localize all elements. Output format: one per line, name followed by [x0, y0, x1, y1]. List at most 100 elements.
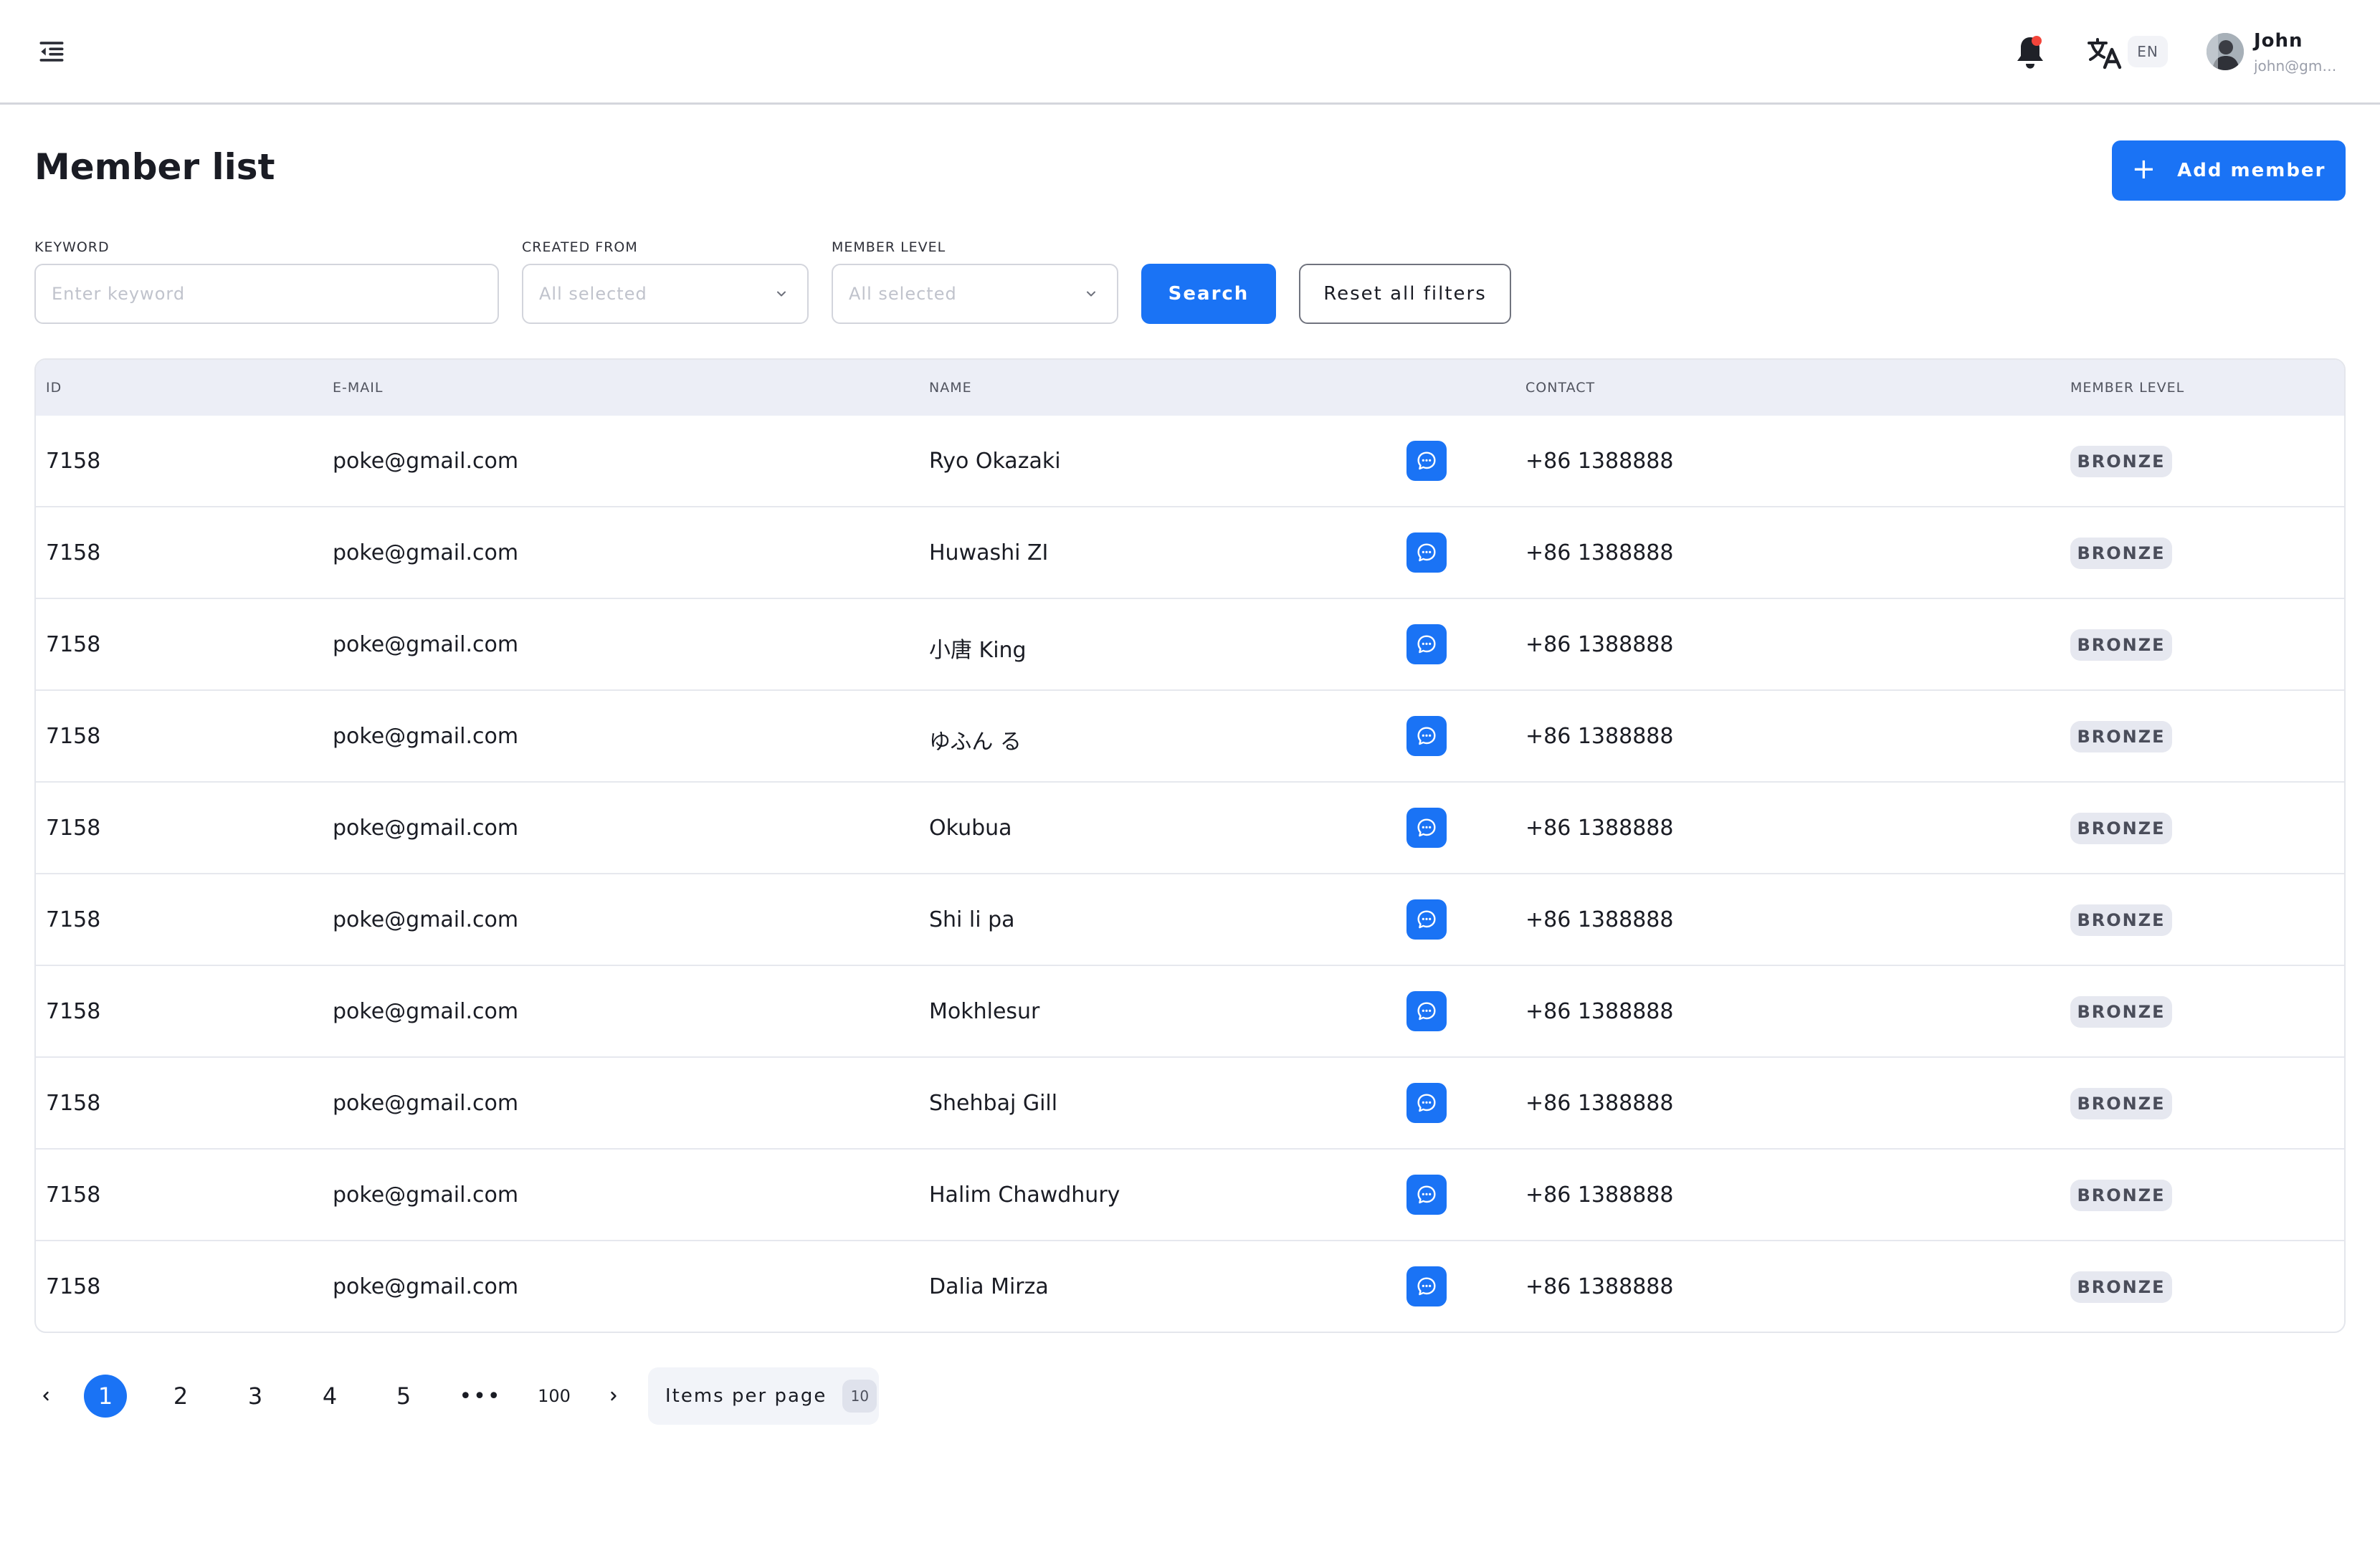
page-button-3[interactable]: 3 [234, 1375, 277, 1418]
cell-id: 7158 [46, 540, 101, 565]
previous-page-button[interactable] [33, 1380, 59, 1412]
chat-button[interactable] [1406, 1175, 1447, 1215]
chevron-right-icon [611, 1391, 617, 1401]
cell-contact: +86 1388888 [1525, 1091, 1674, 1116]
member-level-badge: BRONZE [2070, 1180, 2172, 1211]
table-row[interactable]: 7158 poke@gmail.com Ryo Okazaki +86 1388888… [36, 416, 2344, 507]
cell-email: poke@gmail.com [333, 449, 519, 474]
cell-contact: +86 1388888 [1525, 724, 1674, 749]
chevron-down-icon [777, 291, 786, 297]
keyword-field [34, 264, 499, 324]
cell-name: Shehbaj Gill [929, 1091, 1058, 1116]
member-table: ID E-MAIL NAME CONTACT MEMBER LEVEL 7158… [34, 358, 2346, 1333]
chat-icon [1417, 1002, 1436, 1021]
member-level-badge: BRONZE [2070, 629, 2172, 661]
table-row[interactable]: 7158 poke@gmail.com Huwashi ZI +86 1388888 B… [36, 507, 2344, 599]
cell-name: Dalia Mirza [929, 1274, 1049, 1299]
cell-id: 7158 [46, 1274, 101, 1299]
chat-button[interactable] [1406, 532, 1447, 573]
chat-icon [1417, 910, 1436, 929]
chat-icon [1417, 452, 1436, 470]
next-page-button[interactable] [601, 1380, 627, 1412]
page-button-last[interactable]: 100 [529, 1375, 579, 1418]
page-button-4[interactable]: 4 [308, 1375, 351, 1418]
chat-icon [1417, 727, 1436, 745]
column-header-id: ID [46, 380, 62, 396]
chat-button[interactable] [1406, 624, 1447, 664]
cell-name: 小唐 King [929, 638, 1027, 663]
chat-button[interactable] [1406, 808, 1447, 848]
chat-icon [1417, 635, 1436, 654]
chat-button[interactable] [1406, 1266, 1447, 1306]
table-row[interactable]: 7158 poke@gmail.com Mokhlesur +86 1388888 BR… [36, 966, 2344, 1058]
items-per-page-label: Items per page [665, 1385, 827, 1407]
member-level-badge: BRONZE [2070, 813, 2172, 844]
add-member-button[interactable]: + Add member [2112, 140, 2346, 201]
keyword-label: KEYWORD [34, 239, 110, 255]
chat-button[interactable] [1406, 716, 1447, 756]
cell-id: 7158 [46, 449, 101, 474]
cell-contact: +86 1388888 [1525, 816, 1674, 841]
cell-contact: +86 1388888 [1525, 632, 1674, 657]
reset-filters-button[interactable]: Reset all filters [1299, 264, 1511, 324]
member-level-select[interactable]: All selected [832, 264, 1118, 324]
table-row[interactable]: 7158 poke@gmail.com Shehbaj Gill +86 138888… [36, 1058, 2344, 1150]
member-level-badge: BRONZE [2070, 538, 2172, 569]
cell-name: Okubua [929, 816, 1012, 841]
cell-id: 7158 [46, 1091, 101, 1116]
avatar[interactable] [2207, 33, 2244, 70]
menu-collapse-icon[interactable] [36, 36, 67, 67]
cell-name: Ryo Okazaki [929, 449, 1061, 474]
table-row[interactable]: 7158 poke@gmail.com ゆふん る +86 1388888 BRONZE [36, 691, 2344, 783]
cell-email: poke@gmail.com [333, 1182, 519, 1208]
chat-button[interactable] [1406, 1083, 1447, 1123]
chat-button[interactable] [1406, 441, 1447, 481]
cell-id: 7158 [46, 907, 101, 932]
cell-name: Mokhlesur [929, 999, 1040, 1024]
cell-name: ゆふん る [929, 730, 1022, 755]
language-badge[interactable]: EN [2128, 36, 2168, 67]
top-bar: EN John john@gmail.com [0, 0, 2380, 105]
cell-id: 7158 [46, 1182, 101, 1208]
column-header-member-level: MEMBER LEVEL [2070, 380, 2185, 396]
bell-icon[interactable] [2013, 34, 2047, 72]
table-row[interactable]: 7158 poke@gmail.com Shi li pa +86 1388888 BR… [36, 874, 2344, 966]
cell-contact: +86 1388888 [1525, 907, 1674, 932]
items-per-page-select[interactable]: Items per page 10 [648, 1367, 879, 1425]
cell-id: 7158 [46, 724, 101, 749]
column-header-contact: CONTACT [1525, 380, 1596, 396]
cell-name: Huwashi ZI [929, 540, 1049, 565]
chat-button[interactable] [1406, 899, 1447, 940]
table-row[interactable]: 7158 poke@gmail.com Halim Chawdhury +86 138… [36, 1150, 2344, 1241]
chat-button[interactable] [1406, 991, 1447, 1031]
chat-icon [1417, 1185, 1436, 1204]
plus-icon: + [2131, 153, 2158, 186]
cell-id: 7158 [46, 999, 101, 1024]
cell-email: poke@gmail.com [333, 540, 519, 565]
table-row[interactable]: 7158 poke@gmail.com Dalia Mirza +86 1388888… [36, 1241, 2344, 1332]
page-ellipsis[interactable]: ••• [459, 1375, 502, 1418]
member-level-badge: BRONZE [2070, 446, 2172, 477]
search-button[interactable]: Search [1141, 264, 1276, 324]
cell-contact: +86 1388888 [1525, 540, 1674, 565]
page-button-2[interactable]: 2 [159, 1375, 202, 1418]
translate-icon[interactable] [2086, 36, 2123, 70]
column-header-name: NAME [929, 380, 972, 396]
add-member-label: Add member [2177, 160, 2326, 181]
page-button-5[interactable]: 5 [382, 1375, 425, 1418]
cell-email: poke@gmail.com [333, 724, 519, 749]
keyword-input[interactable] [52, 265, 498, 322]
chat-icon [1417, 1094, 1436, 1112]
cell-contact: +86 1388888 [1525, 1182, 1674, 1208]
cell-contact: +86 1388888 [1525, 1274, 1674, 1299]
table-row[interactable]: 7158 poke@gmail.com 小唐 King +86 1388888 BRON… [36, 599, 2344, 691]
table-row[interactable]: 7158 poke@gmail.com Okubua +86 1388888 BRONZ… [36, 783, 2344, 874]
cell-id: 7158 [46, 816, 101, 841]
member-level-badge: BRONZE [2070, 1271, 2172, 1303]
page-title: Member list [34, 146, 275, 188]
items-per-page-value: 10 [842, 1380, 877, 1413]
page-button-1[interactable]: 1 [84, 1375, 127, 1418]
created-from-select[interactable]: All selected [522, 264, 809, 324]
column-header-email: E-MAIL [333, 380, 384, 396]
chevron-left-icon [43, 1391, 49, 1401]
